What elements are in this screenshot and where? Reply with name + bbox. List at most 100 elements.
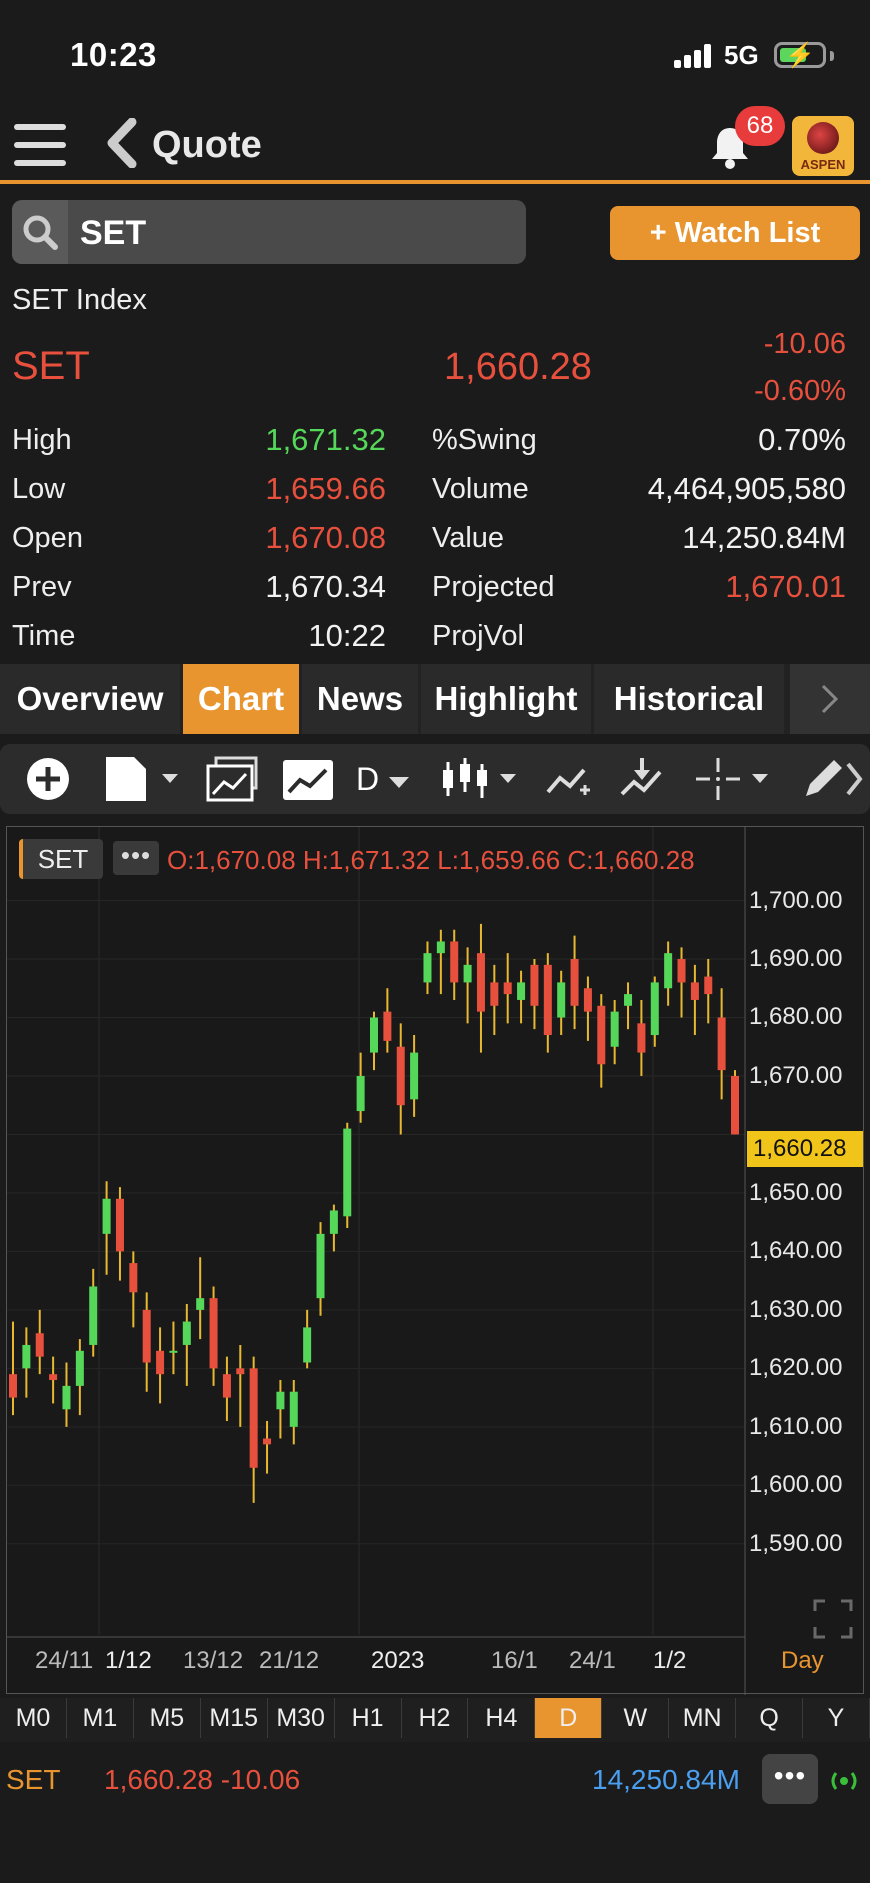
- timeframe-q[interactable]: Q: [736, 1698, 804, 1738]
- timeframe-w[interactable]: W: [602, 1698, 670, 1738]
- search-icon: [12, 200, 68, 264]
- timeframe-y[interactable]: Y: [803, 1698, 870, 1738]
- candle: [690, 964, 699, 1036]
- bottom-value: 14,250.84M: [592, 1764, 740, 1795]
- candle: [503, 953, 512, 1024]
- candle-body: [677, 959, 686, 983]
- indicator-icon[interactable]: [544, 754, 592, 804]
- timeframe-m0[interactable]: M0: [0, 1698, 67, 1738]
- candle-body: [664, 953, 673, 989]
- candle: [356, 1052, 365, 1123]
- candle-body: [624, 994, 633, 1006]
- x-tick-label: 24/11: [35, 1647, 94, 1674]
- price-chart[interactable]: SET ••• O:1,670.08 H:1,671.32 L:1,659.66…: [6, 826, 865, 1695]
- crosshair-icon[interactable]: [692, 754, 776, 804]
- x-tick-label: 24/1: [569, 1647, 616, 1674]
- chart-symbol-chip[interactable]: SET: [19, 839, 103, 879]
- candle-body: [249, 1368, 258, 1468]
- add-icon[interactable]: [22, 754, 74, 804]
- document-icon[interactable]: [102, 754, 186, 804]
- quote-tabs: Overview Chart News Highlight Historical: [0, 664, 870, 734]
- bottom-quote-strip: SET 1,660.28 -10.06 14,250.84M •••: [0, 1746, 870, 1826]
- candle-body: [289, 1391, 298, 1427]
- stat-value-open: 1,670.08: [265, 520, 386, 555]
- period-dropdown[interactable]: D: [356, 754, 418, 804]
- stat-value-high: 1,671.32: [265, 422, 386, 457]
- stat-label-open: Open: [12, 522, 83, 554]
- stat-value-pct-swing: 0.70%: [758, 422, 846, 457]
- candle: [263, 1420, 272, 1474]
- aspen-logo[interactable]: ASPEN: [792, 116, 854, 176]
- timeframe-m30[interactable]: M30: [268, 1698, 335, 1738]
- tab-chart[interactable]: Chart: [183, 664, 299, 734]
- candlestick-chart[interactable]: [7, 827, 865, 1695]
- timeframe-m15[interactable]: M15: [201, 1698, 268, 1738]
- expand-icon[interactable]: [811, 1597, 855, 1641]
- candle-body: [142, 1309, 151, 1363]
- candle-body: [476, 953, 485, 1012]
- timeframe-h2[interactable]: H2: [402, 1698, 469, 1738]
- stat-label-prev: Prev: [12, 571, 72, 603]
- add-watch-list-button[interactable]: + Watch List: [610, 206, 860, 260]
- candle: [316, 1222, 325, 1316]
- candle-body: [396, 1046, 405, 1106]
- candlestick-icon[interactable]: [438, 754, 522, 804]
- candle: [583, 976, 592, 1041]
- candle-body: [263, 1438, 272, 1445]
- candle: [597, 994, 606, 1088]
- search-input[interactable]: SET: [12, 200, 526, 264]
- candle: [196, 1257, 205, 1340]
- candle: [704, 959, 713, 1024]
- interval-label: Day: [781, 1647, 824, 1674]
- x-tick-label: 13/12: [183, 1647, 244, 1674]
- timeframe-m5[interactable]: M5: [134, 1698, 201, 1738]
- candle-body: [570, 959, 579, 1006]
- bottom-symbol: SET: [6, 1764, 61, 1795]
- more-button[interactable]: •••: [762, 1754, 818, 1804]
- candle: [209, 1286, 218, 1386]
- chart-icon[interactable]: [280, 754, 336, 804]
- timeframe-h4[interactable]: H4: [468, 1698, 536, 1738]
- timeframe-m1[interactable]: M1: [67, 1698, 134, 1738]
- x-tick-label: 2023: [371, 1647, 425, 1674]
- candle: [396, 1023, 405, 1135]
- symbol: SET: [12, 344, 90, 388]
- tab-overview[interactable]: Overview: [0, 664, 180, 734]
- candle: [169, 1321, 178, 1375]
- candle: [530, 959, 539, 1030]
- menu-icon[interactable]: [14, 124, 66, 166]
- drawing-tools-icon[interactable]: [618, 754, 668, 804]
- compare-icon[interactable]: [204, 754, 260, 804]
- tabs-scroll-right[interactable]: [790, 664, 870, 734]
- tab-highlight[interactable]: Highlight: [421, 664, 591, 734]
- tab-news[interactable]: News: [302, 664, 418, 734]
- chart-toolbar: D: [0, 744, 870, 814]
- y-tick-label: 1,640.00: [749, 1237, 843, 1265]
- tab-historical[interactable]: Historical: [594, 664, 784, 734]
- candle: [624, 982, 633, 1030]
- candle-body: [115, 1198, 124, 1252]
- candle-body: [22, 1344, 31, 1369]
- candle-body: [276, 1391, 285, 1410]
- stat-label-projected: Projected: [432, 571, 555, 603]
- candle: [490, 964, 499, 1036]
- candle: [102, 1181, 111, 1275]
- stat-value-low: 1,659.66: [265, 471, 386, 506]
- page-title: Quote: [152, 124, 262, 166]
- candle: [650, 976, 659, 1047]
- stat-value-projected: 1,670.01: [725, 569, 846, 604]
- candle: [543, 953, 552, 1053]
- chart-options-button[interactable]: •••: [113, 841, 159, 875]
- x-tick-label: 21/12: [259, 1647, 320, 1674]
- candle-body: [597, 1005, 606, 1065]
- candle: [89, 1268, 98, 1357]
- candle-body: [383, 1011, 392, 1041]
- timeframe-h1[interactable]: H1: [335, 1698, 402, 1738]
- timeframe-mn[interactable]: MN: [669, 1698, 737, 1738]
- pencil-icon[interactable]: [800, 754, 864, 804]
- candle: [222, 1356, 231, 1421]
- y-tick-label: 1,610.00: [749, 1412, 843, 1440]
- timeframe-d[interactable]: D: [535, 1698, 603, 1738]
- candle: [731, 1070, 739, 1135]
- back-chevron-icon[interactable]: [104, 118, 138, 168]
